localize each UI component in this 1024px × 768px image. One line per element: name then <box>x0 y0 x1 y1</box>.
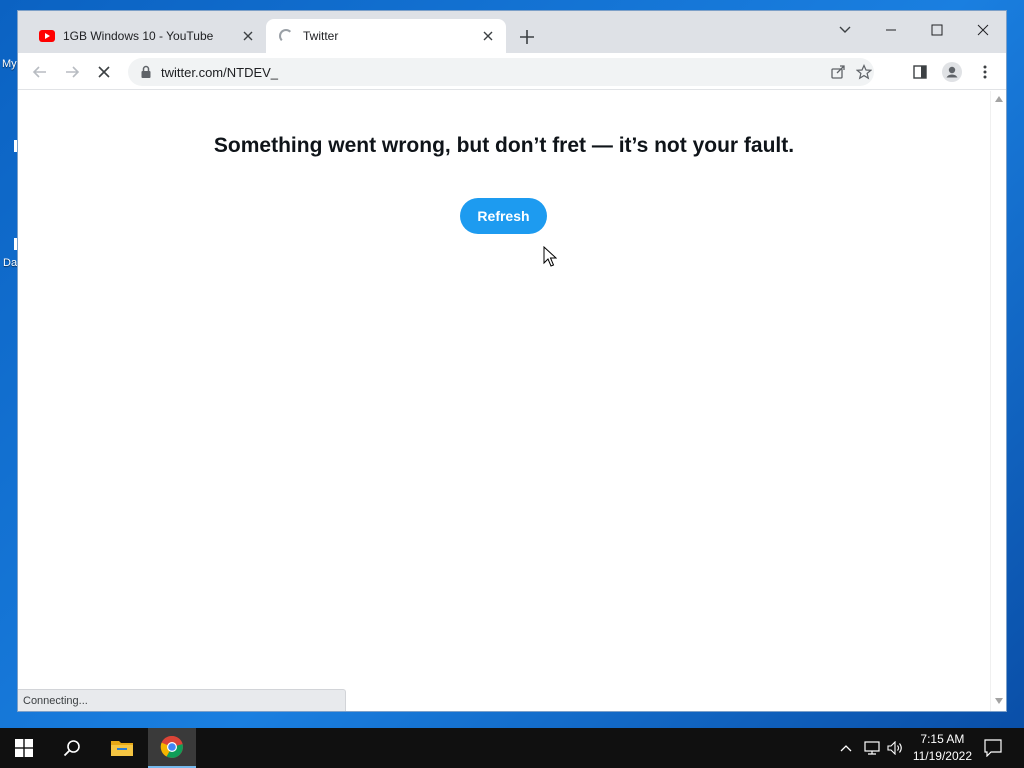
clock-time: 7:15 AM <box>920 732 965 746</box>
back-arrow-icon <box>32 66 46 78</box>
maximize-icon <box>931 24 943 36</box>
refresh-button[interactable]: Refresh <box>460 198 547 234</box>
clock[interactable]: 7:15 AM 11/19/2022 <box>913 731 972 765</box>
forward-button[interactable] <box>61 61 83 83</box>
minimize-button[interactable] <box>876 16 906 44</box>
search-icon <box>63 740 80 757</box>
avatar-icon <box>942 62 962 82</box>
action-center-button[interactable] <box>978 728 1008 768</box>
start-icon <box>15 739 33 757</box>
star-icon <box>856 64 872 80</box>
file-explorer-icon <box>111 741 133 756</box>
chevron-down-icon <box>839 26 851 33</box>
lock-icon[interactable] <box>140 65 152 79</box>
menu-button[interactable] <box>974 61 996 83</box>
chevron-up-icon <box>840 745 852 752</box>
page-content: Something went wrong, but don’t fret — i… <box>18 91 990 711</box>
network-button[interactable] <box>861 728 883 768</box>
volume-button[interactable] <box>884 728 906 768</box>
loading-spinner-icon <box>279 29 293 43</box>
file-explorer-button[interactable] <box>98 728 146 768</box>
scroll-up-icon[interactable] <box>995 96 1003 102</box>
network-icon <box>864 741 880 755</box>
stop-icon <box>98 66 110 78</box>
show-hidden-icons-button[interactable] <box>836 728 856 768</box>
scroll-down-icon[interactable] <box>995 698 1003 704</box>
bookmark-button[interactable] <box>854 62 874 82</box>
scrollbar[interactable] <box>990 91 1006 711</box>
share-icon <box>831 65 845 79</box>
tab-search-button[interactable] <box>830 16 860 44</box>
tab-strip: 1GB Windows 10 - YouTube Twitter <box>18 11 1006 53</box>
new-tab-icon[interactable] <box>518 28 536 46</box>
side-panel-button[interactable] <box>909 61 931 83</box>
side-panel-icon <box>913 65 927 79</box>
notification-icon <box>984 739 1002 757</box>
browser-window: 1GB Windows 10 - YouTube Twitter twitter… <box>17 10 1007 712</box>
tab-youtube[interactable]: 1GB Windows 10 - YouTube <box>26 19 266 53</box>
start-button[interactable] <box>0 728 48 768</box>
stop-loading-button[interactable] <box>93 61 115 83</box>
chrome-icon <box>160 735 183 758</box>
speaker-icon <box>887 741 902 755</box>
error-headline: Something went wrong, but don’t fret — i… <box>213 134 795 157</box>
browser-toolbar: twitter.com/NTDEV_ <box>18 53 1006 90</box>
back-button[interactable] <box>29 61 51 83</box>
address-bar[interactable]: twitter.com/NTDEV_ <box>128 58 874 86</box>
profile-button[interactable] <box>941 61 963 83</box>
desktop-icon-label-fragment[interactable]: My <box>2 58 17 70</box>
url-text[interactable]: twitter.com/NTDEV_ <box>161 65 278 80</box>
tab-title: 1GB Windows 10 - YouTube <box>63 29 214 43</box>
close-icon[interactable] <box>240 28 256 44</box>
status-bubble: Connecting... <box>18 689 346 711</box>
minimize-icon <box>886 29 896 31</box>
forward-arrow-icon <box>66 66 80 78</box>
close-icon <box>977 24 989 36</box>
maximize-button[interactable] <box>922 16 952 44</box>
desktop-icon-label-fragment[interactable]: Da <box>3 257 17 269</box>
share-button[interactable] <box>828 62 848 82</box>
close-icon[interactable] <box>480 28 496 44</box>
mouse-pointer-icon <box>543 246 557 267</box>
chrome-taskbar-button[interactable] <box>148 728 196 768</box>
tab-twitter[interactable]: Twitter <box>266 19 506 53</box>
youtube-icon <box>39 30 55 42</box>
search-button[interactable] <box>48 728 96 768</box>
taskbar: 7:15 AM 11/19/2022 <box>0 728 1024 768</box>
kebab-menu-icon <box>983 65 987 79</box>
clock-date: 11/19/2022 <box>912 749 972 763</box>
close-window-button[interactable] <box>968 16 998 44</box>
tab-title: Twitter <box>303 29 339 43</box>
